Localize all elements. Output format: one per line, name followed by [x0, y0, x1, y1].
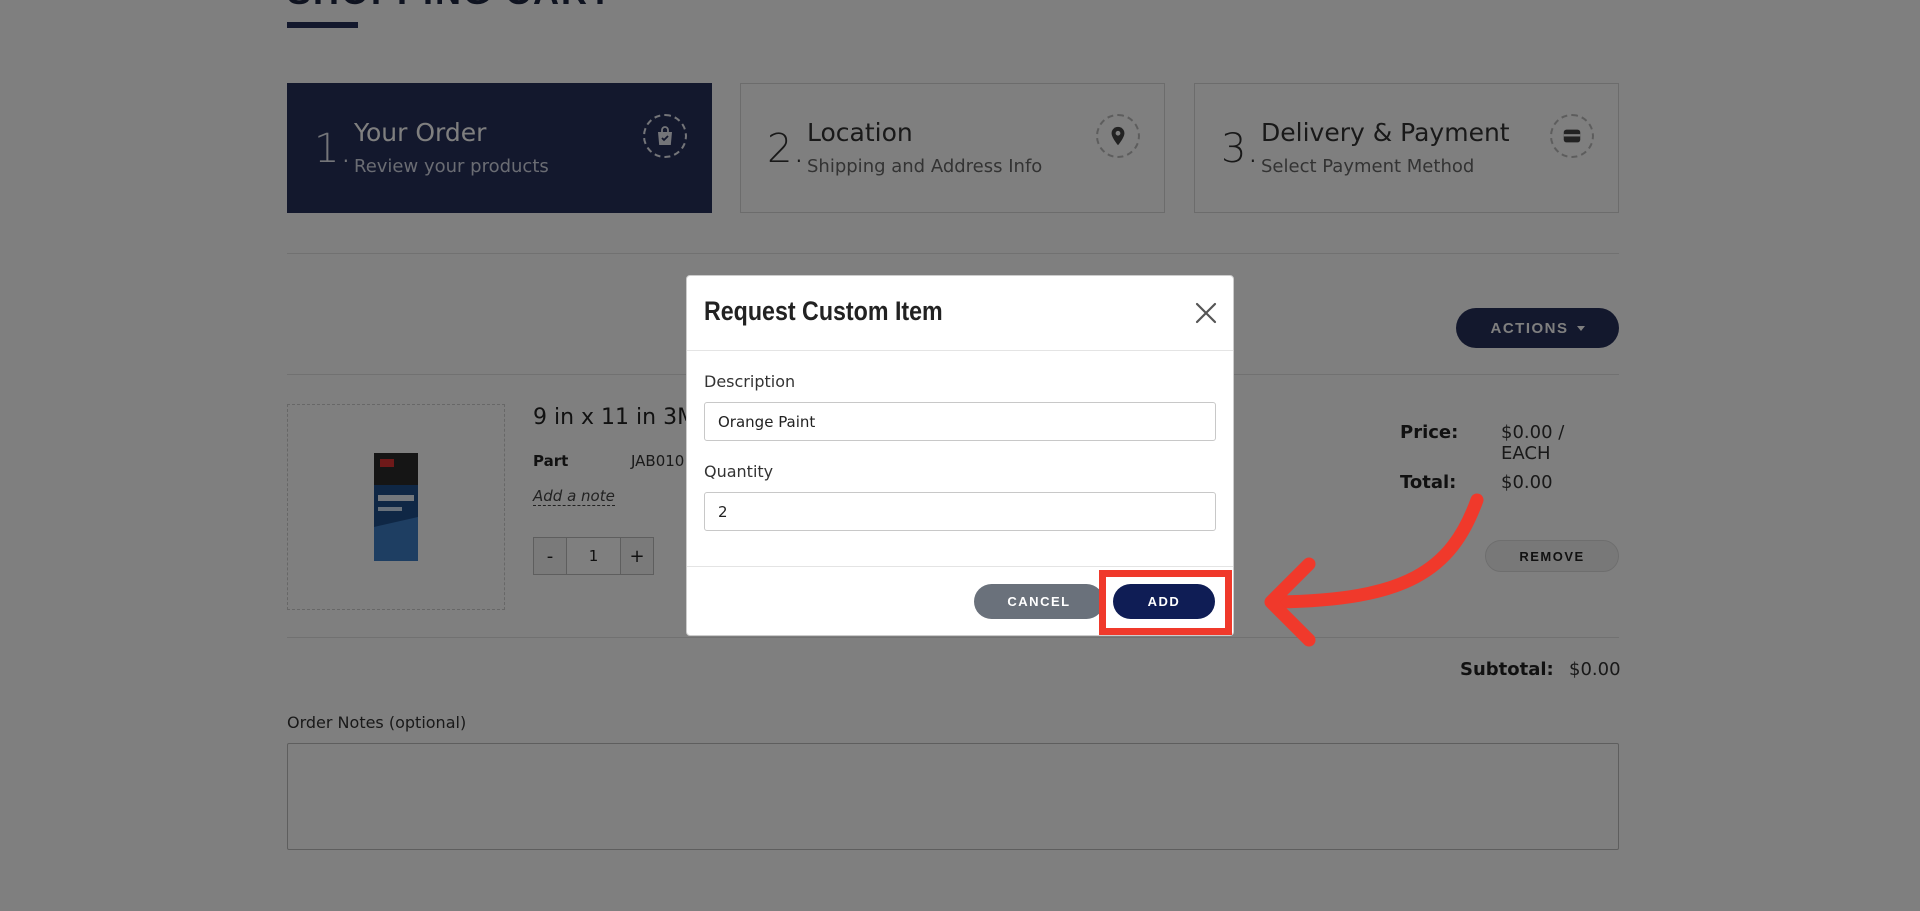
quantity-label: Quantity: [704, 462, 774, 481]
modal-header: Request Custom Item: [687, 276, 1233, 351]
modal-title: Request Custom Item: [704, 296, 943, 326]
close-icon[interactable]: [1193, 300, 1219, 326]
quantity-input[interactable]: [704, 492, 1216, 531]
annotation-highlight-box: [1099, 570, 1232, 635]
cancel-button[interactable]: CANCEL: [974, 584, 1104, 619]
description-label: Description: [704, 372, 796, 391]
description-input[interactable]: [704, 402, 1216, 441]
modal-footer-divider: [687, 566, 1233, 567]
annotation-arrow-icon: [1264, 493, 1484, 647]
